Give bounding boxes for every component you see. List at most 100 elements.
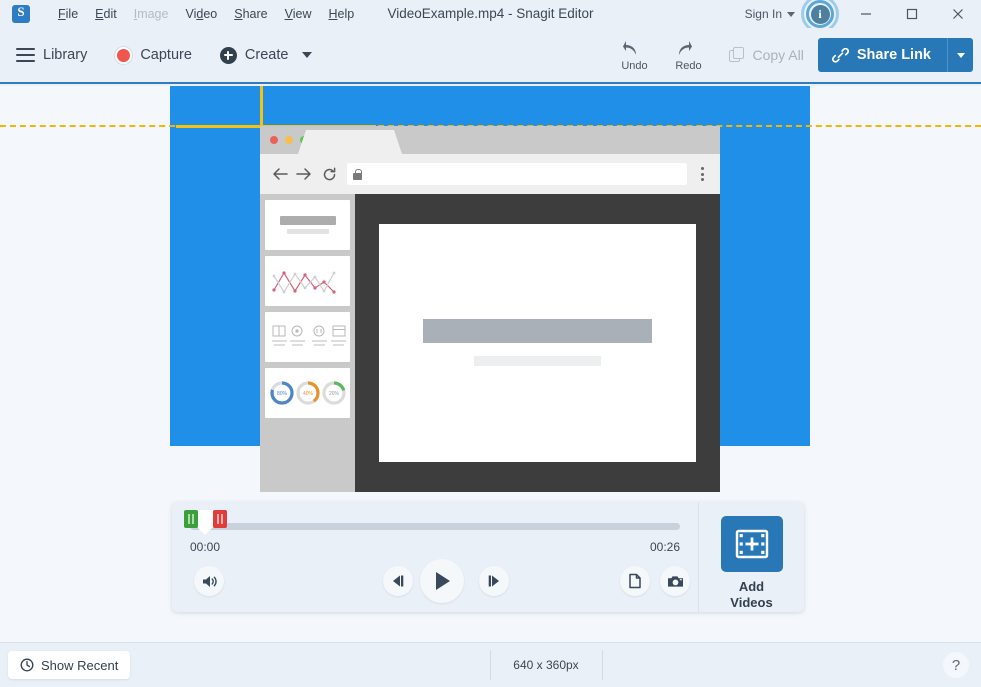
cut-button[interactable] (620, 566, 650, 596)
menu-item-file-label: ile (66, 7, 79, 21)
undo-button[interactable]: Undo (613, 39, 657, 72)
create-button[interactable]: Create (210, 36, 323, 74)
capture-label: Capture (140, 47, 192, 63)
snagit-logo-icon (12, 5, 30, 23)
step-forward-button[interactable] (479, 566, 509, 596)
svg-text:80%: 80% (276, 391, 287, 397)
mock-browser-tabstrip (260, 126, 720, 154)
undo-label: Undo (621, 60, 647, 72)
menu-item-view[interactable]: View (277, 3, 320, 25)
title-bar-right-controls: Sign In i (739, 0, 981, 28)
toolbar-actions: Undo Redo Copy All (613, 28, 974, 82)
menu-item-edit-label: dit (104, 7, 117, 21)
donut-charts-thumbnail: 80% 40% 20% (265, 368, 350, 418)
minimize-dot-icon (285, 136, 293, 144)
info-notification-button[interactable]: i (797, 0, 843, 28)
transport-controls (172, 560, 698, 606)
canvas-dimensions-label: 640 x 360px (490, 658, 602, 672)
title-bar: File Edit Image Video Share View Help Vi… (0, 0, 981, 28)
slide-subtitle-placeholder (474, 356, 601, 366)
link-icon (832, 48, 849, 63)
main-toolbar: Library Capture Create Undo (0, 28, 981, 84)
lock-icon (353, 169, 362, 180)
slide-title-placeholder (423, 319, 652, 343)
mock-slide-sidebar: 80% 40% 20% (260, 194, 355, 492)
volume-button[interactable] (194, 566, 224, 596)
sign-in-label: Sign In (745, 7, 782, 21)
volume-icon (201, 574, 218, 589)
mock-browser-navbar (260, 154, 720, 194)
step-back-icon (390, 574, 406, 588)
share-link-button[interactable]: Share Link (818, 38, 947, 72)
plus-circle-icon (220, 47, 237, 64)
time-start-label: 00:00 (190, 540, 220, 554)
menu-item-share[interactable]: Share (226, 3, 275, 25)
playhead-handle[interactable] (198, 510, 213, 528)
add-videos-label-line1: Add (730, 579, 772, 595)
menu-bar: File Edit Image Video Share View Help (50, 3, 362, 25)
close-button[interactable] (935, 0, 981, 28)
help-button[interactable]: ? (943, 652, 969, 678)
snapshot-button[interactable] (660, 566, 690, 596)
time-end-label: 00:26 (650, 540, 680, 554)
add-videos-button[interactable] (721, 516, 783, 572)
maximize-button[interactable] (889, 0, 935, 28)
record-icon (115, 47, 132, 64)
hamburger-icon (16, 48, 35, 62)
video-player-panel: 00:00 00:26 (172, 502, 804, 612)
share-link-label: Share Link (857, 47, 931, 63)
menu-item-image: Image (126, 3, 177, 25)
chevron-down-icon (957, 53, 965, 58)
chevron-down-icon (787, 12, 795, 17)
library-button[interactable]: Library (6, 36, 97, 74)
copy-icon (729, 47, 746, 64)
timeline-track[interactable] (190, 523, 680, 530)
minimize-button[interactable] (843, 0, 889, 28)
step-forward-icon (486, 574, 502, 588)
add-videos-panel: Add Videos (698, 502, 804, 612)
menu-item-edit[interactable]: Edit (87, 3, 125, 25)
share-link-dropdown-button[interactable] (947, 38, 973, 72)
mock-browser-window: 80% 40% 20% (260, 126, 720, 492)
menu-item-help[interactable]: Help (320, 3, 362, 25)
trim-end-handle[interactable] (213, 510, 227, 528)
copy-all-label: Copy All (753, 47, 804, 63)
mock-browser-tab (298, 130, 402, 154)
back-arrow-icon (272, 167, 289, 181)
canvas-area[interactable]: 80% 40% 20% (0, 86, 981, 642)
film-strip-plus-icon (735, 529, 769, 559)
player-controls: 00:00 00:26 (172, 502, 698, 612)
history-clock-icon (20, 658, 34, 672)
kebab-menu-icon (697, 167, 708, 181)
info-icon: i (811, 5, 830, 24)
redo-label: Redo (675, 60, 701, 72)
close-dot-icon (270, 136, 278, 144)
status-bar: Show Recent 640 x 360px ? (0, 642, 981, 687)
step-back-button[interactable] (383, 566, 413, 596)
text-slide-thumbnail (265, 200, 350, 250)
capture-button[interactable]: Capture (105, 36, 202, 74)
redo-button[interactable]: Redo (667, 39, 711, 72)
menu-item-file[interactable]: File (50, 3, 86, 25)
share-link-group: Share Link (818, 38, 973, 72)
add-videos-label-line2: Videos (730, 595, 772, 611)
sign-in-button[interactable]: Sign In (739, 3, 797, 25)
mock-slide (379, 224, 697, 462)
camera-icon (667, 574, 684, 589)
trim-start-handle[interactable] (184, 510, 198, 528)
library-label: Library (43, 47, 87, 63)
svg-text:20%: 20% (328, 391, 339, 397)
forward-arrow-icon (295, 167, 312, 181)
show-recent-label: Show Recent (41, 658, 118, 673)
reload-icon (322, 167, 337, 182)
menu-item-video[interactable]: Video (177, 3, 225, 25)
snagit-editor-window: File Edit Image Video Share View Help Vi… (0, 0, 981, 687)
mock-address-bar (347, 163, 687, 185)
show-recent-button[interactable]: Show Recent (8, 651, 130, 679)
mock-slide-stage (355, 194, 720, 492)
play-icon (431, 570, 453, 592)
copy-all-button: Copy All (725, 47, 818, 64)
play-button[interactable] (420, 559, 464, 603)
status-separator-right (602, 650, 603, 680)
chevron-down-icon (302, 52, 312, 58)
